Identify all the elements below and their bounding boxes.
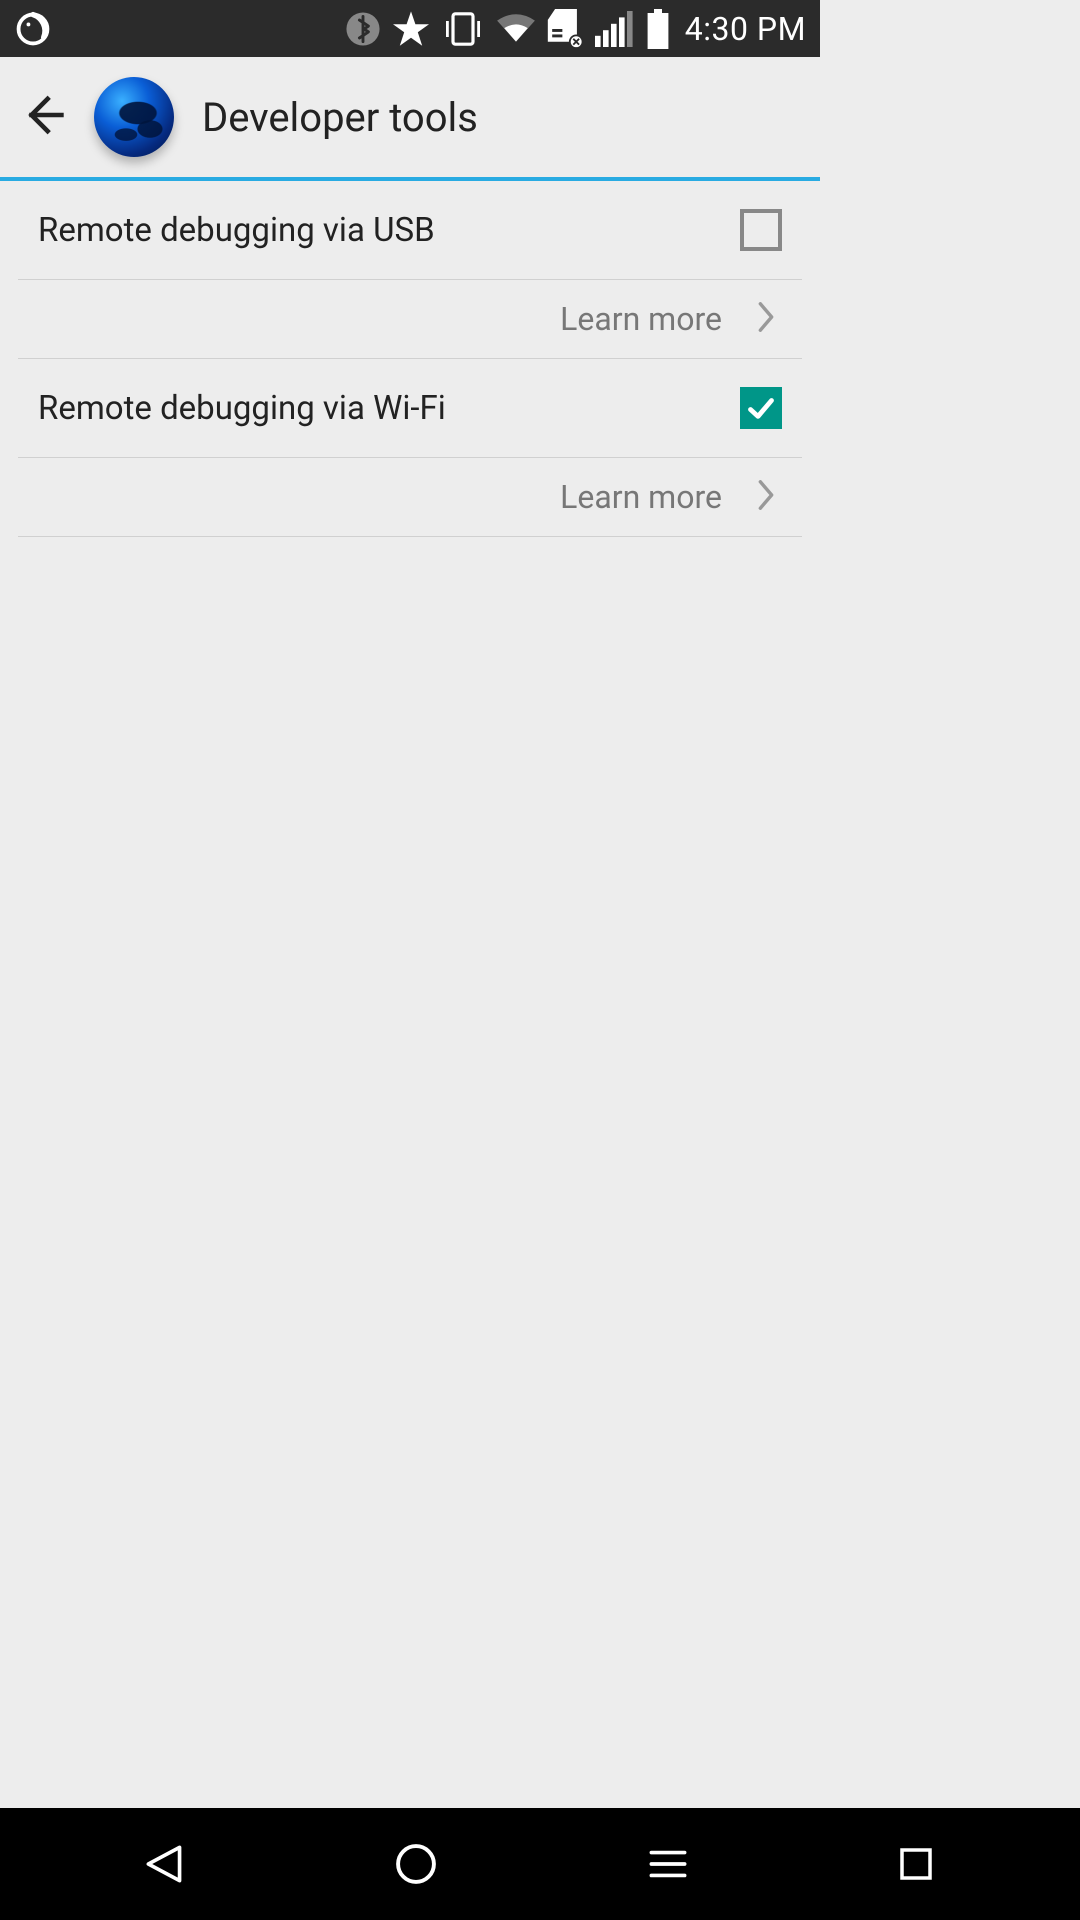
- settings-list: Remote debugging via USB Learn more Remo…: [0, 181, 820, 537]
- nav-back-button[interactable]: [139, 1838, 191, 1890]
- learn-more-wifi[interactable]: Learn more: [18, 458, 802, 537]
- app-icon: [94, 77, 174, 157]
- setting-remote-debug-wifi[interactable]: Remote debugging via Wi-Fi: [18, 359, 802, 458]
- bluetooth-icon: [345, 11, 381, 47]
- chevron-right-icon: [756, 478, 776, 516]
- learn-more-usb[interactable]: Learn more: [18, 280, 802, 359]
- page-title: Developer tools: [202, 94, 478, 141]
- battery-icon: [645, 9, 671, 49]
- sim-error-icon: [547, 9, 585, 49]
- nav-menu-button[interactable]: [642, 1838, 694, 1890]
- status-clock: 4:30 PM: [685, 10, 806, 48]
- learn-more-label: Learn more: [560, 300, 722, 338]
- star-icon: [391, 9, 431, 49]
- cell-signal-icon: [595, 11, 635, 47]
- nav-home-button[interactable]: [388, 1836, 444, 1892]
- vibrate-icon: [441, 9, 485, 49]
- wifi-icon: [495, 11, 537, 47]
- setting-remote-debug-usb[interactable]: Remote debugging via USB: [18, 181, 802, 280]
- checkbox-remote-debug-usb[interactable]: [740, 209, 782, 251]
- app-header: Developer tools: [0, 57, 820, 181]
- firefox-icon: [14, 10, 52, 48]
- android-nav-bar: [0, 1808, 1080, 1920]
- setting-label: Remote debugging via Wi-Fi: [38, 389, 446, 428]
- checkbox-remote-debug-wifi[interactable]: [740, 387, 782, 429]
- chevron-right-icon: [756, 300, 776, 338]
- android-status-bar: 4:30 PM: [0, 0, 820, 57]
- learn-more-label: Learn more: [560, 478, 722, 516]
- nav-recent-button[interactable]: [891, 1839, 941, 1889]
- setting-label: Remote debugging via USB: [38, 211, 435, 250]
- back-button[interactable]: [20, 92, 66, 142]
